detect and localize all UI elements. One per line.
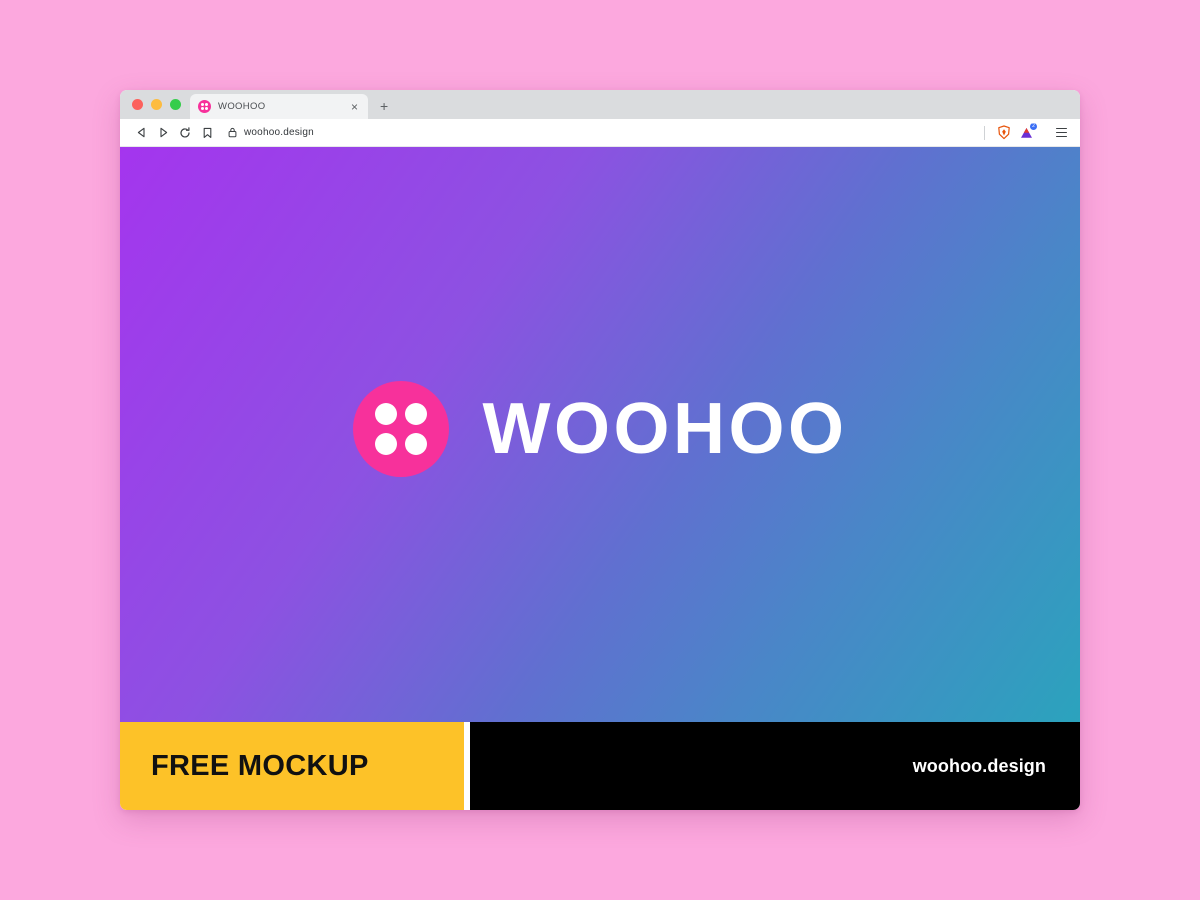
browser-tab[interactable]: WOOHOO ×	[190, 94, 368, 119]
window-maximize-button[interactable]	[170, 99, 181, 110]
free-mockup-badge: FREE MOCKUP	[120, 722, 464, 810]
site-url-label: woohoo.design	[912, 755, 1046, 776]
reload-icon[interactable]	[174, 122, 196, 144]
brand-wordmark: WOOHOO	[482, 388, 848, 469]
close-icon[interactable]: ×	[349, 101, 360, 113]
address-bar[interactable]: woohoo.design	[226, 123, 980, 142]
footer-banner: FREE MOCKUP woohoo.design	[120, 722, 1080, 810]
back-triangle-icon[interactable]	[130, 122, 152, 144]
browser-window: WOOHOO × + woohoo.design 2 WOOHOO FREE M…	[120, 90, 1080, 810]
toolbar-actions: 2	[980, 122, 1072, 144]
site-url-panel: woohoo.design	[470, 722, 1080, 810]
window-controls	[120, 90, 190, 119]
new-tab-button[interactable]: +	[380, 99, 388, 113]
url-text[interactable]: woohoo.design	[244, 127, 314, 138]
extension-badge: 2	[1030, 122, 1037, 130]
lock-icon	[228, 127, 237, 138]
hero-section: WOOHOO	[120, 147, 1080, 722]
forward-triangle-icon[interactable]	[152, 122, 174, 144]
bookmark-icon[interactable]	[196, 122, 218, 144]
window-close-button[interactable]	[132, 99, 143, 110]
hamburger-menu-icon[interactable]	[1050, 122, 1072, 144]
woohoo-dots-icon	[198, 100, 211, 113]
window-minimize-button[interactable]	[151, 99, 162, 110]
free-mockup-label: FREE MOCKUP	[151, 749, 369, 782]
brand-lockup: WOOHOO	[352, 380, 848, 477]
woohoo-dots-icon	[352, 380, 449, 477]
toolbar-divider	[984, 125, 985, 140]
tab-title: WOOHOO	[218, 101, 266, 112]
page-viewport: WOOHOO FREE MOCKUP woohoo.design	[120, 147, 1080, 810]
triangle-extension-icon[interactable]: 2	[1016, 122, 1037, 143]
brave-shield-icon[interactable]	[994, 123, 1014, 143]
browser-toolbar: woohoo.design 2	[120, 119, 1080, 147]
tab-strip: WOOHOO × +	[120, 90, 1080, 119]
